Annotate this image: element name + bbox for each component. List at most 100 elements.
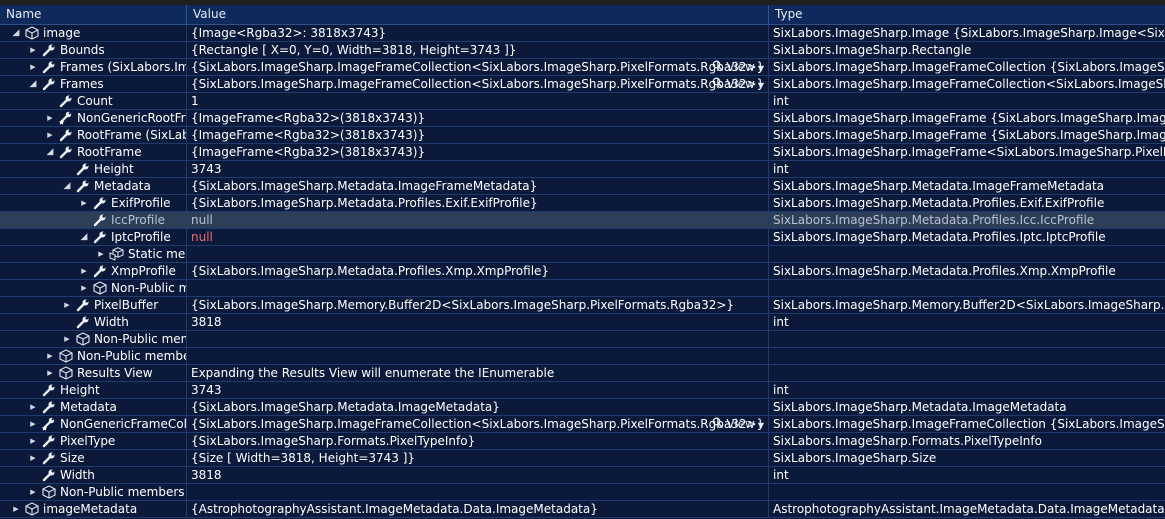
view-visualizer-button[interactable]: View ▼ — [712, 416, 764, 432]
tree-row[interactable]: ▶ Non-Public members — [0, 348, 1165, 365]
value-cell[interactable] — [186, 331, 768, 347]
value-cell[interactable]: 3743 — [186, 382, 768, 398]
expand-arrow-icon[interactable]: ▶ — [44, 348, 56, 364]
tree-row[interactable]: ▶ Metadata {SixLabors.ImageSharp.Metadata.… — [0, 399, 1165, 416]
value-cell[interactable]: {SixLabors.ImageSharp.Metadata.ImageMeta… — [186, 399, 768, 415]
collapse-arrow-icon[interactable]: ◢ — [61, 178, 73, 194]
tree-row[interactable]: ◢ RootFrame {ImageFrame<Rgba32>(3818x3743)… — [0, 144, 1165, 161]
expand-arrow-icon[interactable]: ▶ — [44, 110, 56, 126]
value-cell[interactable]: {ImageFrame<Rgba32>(3818x3743)} — [186, 110, 768, 126]
value-cell[interactable]: {SixLabors.ImageSharp.ImageFrameCollecti… — [186, 59, 768, 75]
name-cell: Width — [0, 314, 186, 330]
tree-row[interactable]: ▶ ExifProfile {SixLabors.ImageSharp.Metada… — [0, 195, 1165, 212]
dropdown-arrow-icon[interactable]: ▼ — [758, 81, 764, 90]
expand-arrow-icon[interactable]: ▶ — [78, 280, 90, 296]
value-cell[interactable]: {SixLabors.ImageSharp.Formats.PixelTypeI… — [186, 433, 768, 449]
value-cell[interactable]: {Rectangle [ X=0, Y=0, Width=3818, Heigh… — [186, 42, 768, 58]
value-cell[interactable]: 3818 — [186, 314, 768, 330]
row-type: SixLabors.ImageSharp.Memory.Buffer2D<Six… — [773, 298, 1165, 312]
value-cell[interactable] — [186, 484, 768, 500]
tree-row[interactable]: ▶ Bounds {Rectangle [ X=0, Y=0, Width=3818… — [0, 42, 1165, 59]
collapse-arrow-icon[interactable]: ◢ — [44, 144, 56, 160]
tree-row[interactable]: ▶ Results View Expanding the Results View … — [0, 365, 1165, 382]
value-cell[interactable]: {SixLabors.ImageSharp.Metadata.Profiles.… — [186, 263, 768, 279]
value-cell[interactable]: {AstrophotographyAssistant.ImageMetadata… — [186, 501, 768, 517]
row-value: {SixLabors.ImageSharp.Metadata.Profiles.… — [191, 196, 538, 210]
expand-arrow-icon[interactable]: ▶ — [27, 399, 39, 415]
tree-row[interactable]: Height 3743 int — [0, 161, 1165, 178]
expand-arrow-icon[interactable]: ▶ — [44, 127, 56, 143]
value-column-header[interactable]: Value — [186, 5, 768, 24]
expand-arrow-icon[interactable]: ▶ — [61, 331, 73, 347]
tree-row[interactable]: ▶ Frames (SixLabors.ImageSharp.Image) {Six… — [0, 59, 1165, 76]
tree-row[interactable]: ▶ Static members — [0, 246, 1165, 263]
tree-row[interactable]: ▶ PixelBuffer {SixLabors.ImageSharp.Memory… — [0, 297, 1165, 314]
tree-row[interactable]: ◢ Metadata {SixLabors.ImageSharp.Metadata.… — [0, 178, 1165, 195]
object-icon — [58, 348, 74, 364]
view-visualizer-button[interactable]: View ▼ — [712, 59, 764, 75]
tree-row[interactable]: ▶ PixelType {SixLabors.ImageSharp.Formats.… — [0, 433, 1165, 450]
value-cell[interactable]: {SixLabors.ImageSharp.Metadata.ImageFram… — [186, 178, 768, 194]
expand-arrow-icon[interactable]: ▶ — [27, 416, 39, 432]
dropdown-arrow-icon[interactable]: ▼ — [758, 64, 764, 73]
tree-row[interactable]: ▶ RootFrame (SixLabors.ImageSharp.ImageFr… — [0, 127, 1165, 144]
tree-row[interactable]: Count 1 int — [0, 93, 1165, 110]
expand-arrow-icon[interactable]: ▶ — [27, 450, 39, 466]
tree-row[interactable]: ▶ Non-Public members — [0, 280, 1165, 297]
property-icon — [41, 399, 57, 415]
value-cell[interactable]: {ImageFrame<Rgba32>(3818x3743)} — [186, 127, 768, 143]
type-column-header[interactable]: Type — [768, 5, 1165, 24]
row-name: NonGenericFrameCollection — [60, 417, 186, 431]
collapse-arrow-icon[interactable]: ◢ — [10, 25, 22, 41]
tree-row[interactable]: ▶ Size {Size [ Width=3818, Height=3743 ]} S… — [0, 450, 1165, 467]
expand-arrow-icon[interactable]: ▶ — [44, 365, 56, 381]
tree-row[interactable]: ▶ Non-Public members — [0, 331, 1165, 348]
tree-row[interactable]: ▶ imageMetadata {AstrophotographyAssistant… — [0, 501, 1165, 518]
collapse-arrow-icon[interactable]: ◢ — [27, 76, 39, 92]
value-cell[interactable]: 3818 — [186, 467, 768, 483]
value-cell[interactable]: {ImageFrame<Rgba32>(3818x3743)} — [186, 144, 768, 160]
value-cell[interactable]: {Size [ Width=3818, Height=3743 ]} — [186, 450, 768, 466]
expand-arrow-icon[interactable]: ▶ — [27, 42, 39, 58]
tree-row[interactable]: ◢ image {Image<Rgba32>: 3818x3743} SixLabor… — [0, 25, 1165, 42]
tree-row[interactable]: ▶ NonGenericRootFrame {ImageFrame<Rgba32>(… — [0, 110, 1165, 127]
tree-row[interactable]: Width 3818 int — [0, 467, 1165, 484]
value-cell[interactable]: {SixLabors.ImageSharp.ImageFrameCollecti… — [186, 76, 768, 92]
name-column-header[interactable]: Name — [0, 5, 186, 24]
value-cell[interactable]: {SixLabors.ImageSharp.Memory.Buffer2D<Si… — [186, 297, 768, 313]
value-cell[interactable]: 3743 — [186, 161, 768, 177]
dropdown-arrow-icon[interactable]: ▼ — [758, 421, 764, 430]
expand-arrow-icon[interactable]: ▶ — [27, 59, 39, 75]
value-cell[interactable] — [186, 280, 768, 296]
tree-row[interactable]: Width 3818 int — [0, 314, 1165, 331]
tree-row[interactable]: ◢ Frames {SixLabors.ImageSharp.ImageFrameC… — [0, 76, 1165, 93]
expand-arrow-icon[interactable]: ▶ — [61, 297, 73, 313]
tree-row[interactable]: ◢ IptcProfile null SixLabors.ImageSharp.Met… — [0, 229, 1165, 246]
tree-row[interactable]: Height 3743 int — [0, 382, 1165, 399]
value-cell[interactable] — [186, 348, 768, 364]
value-cell[interactable]: null — [186, 229, 768, 245]
expand-arrow-icon[interactable]: ▶ — [78, 195, 90, 211]
tree-row[interactable]: ▶ NonGenericFrameCollection {SixLabors.Ima… — [0, 416, 1165, 433]
row-type — [769, 349, 773, 363]
expand-arrow-icon[interactable]: ▶ — [10, 501, 22, 517]
expand-arrow-icon[interactable]: ▶ — [27, 433, 39, 449]
value-cell[interactable]: {Image<Rgba32>: 3818x3743} — [186, 25, 768, 41]
expand-arrow-icon[interactable]: ▶ — [78, 263, 90, 279]
value-cell[interactable]: null — [186, 212, 768, 228]
expand-arrow-icon[interactable]: ▶ — [27, 484, 39, 500]
view-visualizer-button[interactable]: View ▼ — [712, 76, 764, 92]
expand-arrow-icon[interactable]: ▶ — [95, 246, 107, 262]
value-cell[interactable] — [186, 246, 768, 262]
collapse-arrow-icon[interactable]: ◢ — [78, 229, 90, 245]
value-cell[interactable]: {SixLabors.ImageSharp.ImageFrameCollecti… — [186, 416, 768, 432]
row-value — [187, 332, 191, 346]
view-label: View — [726, 77, 755, 91]
tree-row[interactable]: ▶ XmpProfile {SixLabors.ImageSharp.Metadat… — [0, 263, 1165, 280]
value-cell[interactable]: {SixLabors.ImageSharp.Metadata.Profiles.… — [186, 195, 768, 211]
row-value: {Rectangle [ X=0, Y=0, Width=3818, Heigh… — [191, 43, 517, 57]
tree-row[interactable]: ▶ Non-Public members — [0, 484, 1165, 501]
value-cell[interactable]: Expanding the Results View will enumerat… — [186, 365, 768, 381]
tree-row[interactable]: IccProfile null SixLabors.ImageSharp.Metad… — [0, 212, 1165, 229]
value-cell[interactable]: 1 — [186, 93, 768, 109]
